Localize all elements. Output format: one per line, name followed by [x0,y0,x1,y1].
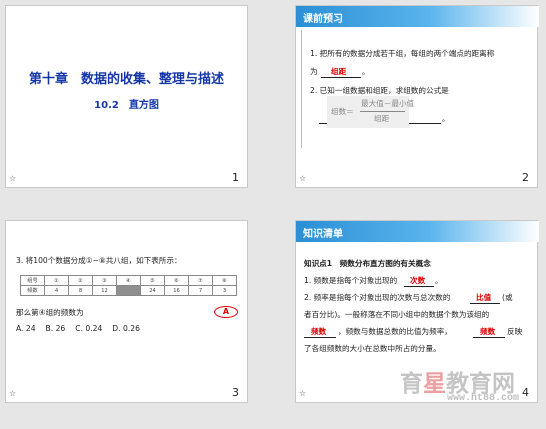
table-cell: ⑤ [140,275,165,286]
answer-badge: A [214,306,238,318]
table-cell: 7 [188,285,213,296]
blank-underline [319,123,327,124]
fraction-bar [360,111,405,112]
slide-title: 第十章 数据的收集、整理与描述 [28,72,224,87]
answer-text: 比值 [476,293,492,302]
question-3-prompt: 那么第④组的频数为 [16,308,84,317]
knowledge-2-line-2: 者百分比)。一般称落在不同小组中的数据个数为该组的 [304,310,490,319]
table-cell: ⑥ [164,275,189,286]
slide-transition-star-icon[interactable]: ☆ [299,174,306,183]
table-cell-blank [116,285,141,296]
blank-underline [409,123,441,124]
punctuation: 。 [435,276,443,285]
answer-text: 组距 [331,67,347,76]
answer-options: A. 24 B. 26 C. 0.24 D. 0.26 [16,324,140,333]
slide-subtitle: 10.2 直方图 [94,100,159,111]
table-cell: ⑧ [212,275,237,286]
table-cell: 8 [68,285,93,296]
question-3-text: 3. 将100个数据分成①~⑧共八组，如下表所示： [16,256,182,265]
formula-denominator: 组距 [374,114,390,123]
blank-underline [404,286,434,287]
slide-header-bar: 课前预习 [296,6,539,27]
answer-text: 次数 [410,276,426,285]
knowledge-point-title: 知识点1 频数分布直方图的有关概念 [304,259,431,268]
answer-text: 频数 [480,327,496,336]
slide-thumbnail-2[interactable]: 课前预习 1. 把所有的数据分成若干组，每组的两个端点的距离称 为 组距 。 2… [295,5,539,188]
slide-header-bar: 知识清单 [296,221,539,242]
blank-underline [473,337,505,338]
formula-left: 组数＝ [331,107,354,116]
slide-number: 1 [232,171,239,184]
knowledge-2-line-3: ，频数与数据总数的比值为频率， [338,327,452,336]
table-cell: ② [68,275,93,286]
table-cell: 12 [92,285,117,296]
formula-box: 组数＝ 最大值－最小值 组距 [327,96,414,128]
slide-thumbnail-4[interactable]: 知识清单 知识点1 频数分布直方图的有关概念 1. 频数是指每个对象出现的 次数… [295,220,539,404]
table-cell: 4 [44,285,69,296]
frequency-table: 组号 ① ② ③ ④ ⑤ ⑥ ⑦ ⑧ 频数 4 8 12 24 16 7 3 [20,275,237,296]
table-cell: 组号 [20,275,45,286]
table-cell: 频数 [20,285,45,296]
divider [301,30,302,148]
knowledge-2-line-4: 了各组频数的大小在总数中所占的分量。 [304,344,441,353]
slide-thumbnail-1[interactable]: 第十章 数据的收集、整理与描述 10.2 直方图 ☆ 1 [5,5,248,188]
question-1-text: 1. 把所有的数据分成若干组，每组的两个端点的距离称 [310,49,495,58]
slide-thumbnail-3[interactable]: 3. 将100个数据分成①~⑧共八组，如下表所示： 组号 ① ② ③ ④ ⑤ ⑥… [5,220,248,403]
table-cell: 3 [212,285,237,296]
knowledge-2-line-3-end: 反映 [507,327,523,336]
slide-transition-star-icon[interactable]: ☆ [9,389,16,398]
formula-numerator: 最大值－最小值 [361,99,415,108]
knowledge-2-text: 2. 频率是指每个对象出现的次数与总次数的 [304,293,451,302]
table-cell: 16 [164,285,189,296]
slide-number: 2 [522,171,529,184]
blank-underline [470,303,500,304]
watermark-url: www.ht88.com [446,393,519,404]
punctuation: (或 [502,293,513,302]
slide-number: 4 [522,386,529,399]
table-row: 频数 4 8 12 24 16 7 3 [20,285,237,296]
slide-transition-star-icon[interactable]: ☆ [9,174,16,183]
punctuation: 。 [442,114,450,123]
table-header-row: 组号 ① ② ③ ④ ⑤ ⑥ ⑦ ⑧ [20,275,237,286]
slide-header-title: 知识清单 [303,229,343,240]
slide-header-title: 课前预习 [303,14,343,25]
blank-underline [321,77,361,78]
slide-number: 3 [232,386,239,399]
answer-text: 频数 [311,327,327,336]
punctuation: 。 [362,67,370,76]
table-cell: ⑦ [188,275,213,286]
table-cell: ③ [92,275,117,286]
slide-transition-star-icon[interactable]: ☆ [299,389,306,398]
table-cell: 24 [140,285,165,296]
knowledge-1-text: 1. 频数是指每个对象出现的 [304,276,398,285]
table-cell: ④ [116,275,141,286]
table-cell: ① [44,275,69,286]
question-2-text: 2. 已知一组数据和组距，求组数的公式是 [310,86,449,95]
question-1-prefix: 为 [310,67,318,76]
blank-underline [304,337,336,338]
